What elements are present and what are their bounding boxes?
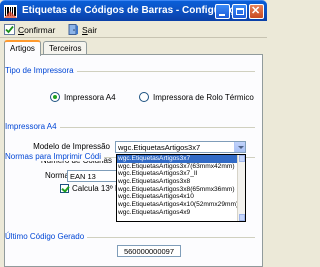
exit-label-rest: air [87, 24, 98, 35]
norm-label: Norma [45, 171, 70, 180]
radio-dot-icon [50, 92, 60, 102]
exit-label: Sair [82, 24, 98, 35]
check-digit-checkbox[interactable]: Calcula 13º D [60, 184, 121, 193]
radio-rolo-label: Impressora de Rolo Térmico [153, 92, 254, 102]
window-title: Etiquetas de Códigos de Barras - Configu… [22, 5, 247, 16]
exit-button[interactable]: Sair [68, 23, 97, 36]
printer-type-title: Tipo de Impressora [5, 66, 77, 75]
dropdown-option[interactable]: wgc.EtiquetasArtigos3x8(65mmx36mm) [117, 186, 238, 194]
combo-chevron-icon[interactable] [234, 142, 245, 152]
title-bar[interactable]: Etiquetas de Códigos de Barras - Configu… [0, 0, 267, 21]
tab-terceiros[interactable]: Terceiros [43, 41, 88, 55]
dropdown-option[interactable]: wgc.EtiquetasArtigos3x7 [117, 155, 238, 163]
a4-printer-title: Impressora A4 [5, 122, 60, 131]
dropdown-scrollbar[interactable] [237, 155, 245, 221]
dropdown-option[interactable]: wgc.EtiquetasArtigos3x8 [117, 178, 238, 186]
print-rules-title: Normas para Imprimir Códi [5, 152, 105, 161]
dropdown-option[interactable]: wgc.EtiquetasArtigos4x9 [117, 209, 238, 217]
check-digit-label: Calcula 13º D [72, 184, 121, 193]
checkbox-check-icon [60, 184, 69, 193]
last-code-title: Último Código Gerado [5, 232, 88, 241]
dropdown-option[interactable]: wgc.EtiquetasArtigos3x7(63mmx42mm) [117, 163, 238, 171]
dropdown-option[interactable]: wgc.EtiquetasArtigos3x7_II [117, 170, 238, 178]
exit-door-icon [68, 24, 78, 35]
barcode-app-icon [4, 5, 17, 18]
norm-field[interactable]: EAN 13 [67, 170, 117, 182]
scroll-up-icon[interactable] [239, 155, 245, 162]
last-code-group: Último Código Gerado 560000000097 [5, 232, 255, 265]
radio-dot-icon [139, 92, 149, 102]
minimize-icon [219, 14, 225, 16]
close-icon: ✕ [251, 5, 261, 17]
maximize-icon [236, 8, 244, 15]
minimize-button[interactable] [215, 4, 230, 19]
dropdown-items: wgc.EtiquetasArtigos3x7 wgc.EtiquetasArti… [117, 155, 245, 217]
confirm-button[interactable]: Confirmar [4, 23, 55, 36]
print-model-combo[interactable]: wgc.EtiquetasArtigos3x7 [115, 141, 246, 153]
print-model-value: wgc.EtiquetasArtigos3x7 [118, 143, 201, 152]
print-model-label: Modelo de Impressão [33, 142, 110, 151]
print-model-dropdown[interactable]: wgc.EtiquetasArtigos3x7 wgc.EtiquetasArti… [116, 154, 246, 222]
confirm-check-icon [4, 24, 15, 35]
radio-rolo-termico[interactable]: Impressora de Rolo Térmico [139, 92, 254, 102]
norm-value: EAN 13 [70, 172, 96, 181]
printer-type-group: Tipo de Impressora Impressora A4 Impress… [5, 66, 255, 103]
radio-a4-label: Impressora A4 [64, 92, 116, 102]
dropdown-option[interactable]: wgc.EtiquetasArtigos4x10(52mmx29mm) [117, 201, 238, 209]
tab-panel: Tipo de Impressora Impressora A4 Impress… [4, 54, 263, 267]
last-code-value: 560000000097 [123, 247, 175, 256]
last-code-field[interactable]: 560000000097 [117, 245, 181, 257]
tab-artigos[interactable]: Artigos [4, 40, 41, 56]
toolbar: Confirmar Sair [0, 21, 267, 38]
radio-impressora-a4[interactable]: Impressora A4 [50, 92, 116, 102]
confirm-label-rest: onfirmar [24, 24, 56, 35]
dropdown-option[interactable]: wgc.EtiquetasArtigos4x10 [117, 193, 238, 201]
close-button[interactable]: ✕ [249, 4, 264, 19]
scroll-down-icon[interactable] [239, 214, 245, 221]
maximize-button[interactable] [232, 4, 247, 19]
confirm-label: Confirmar [18, 24, 56, 35]
